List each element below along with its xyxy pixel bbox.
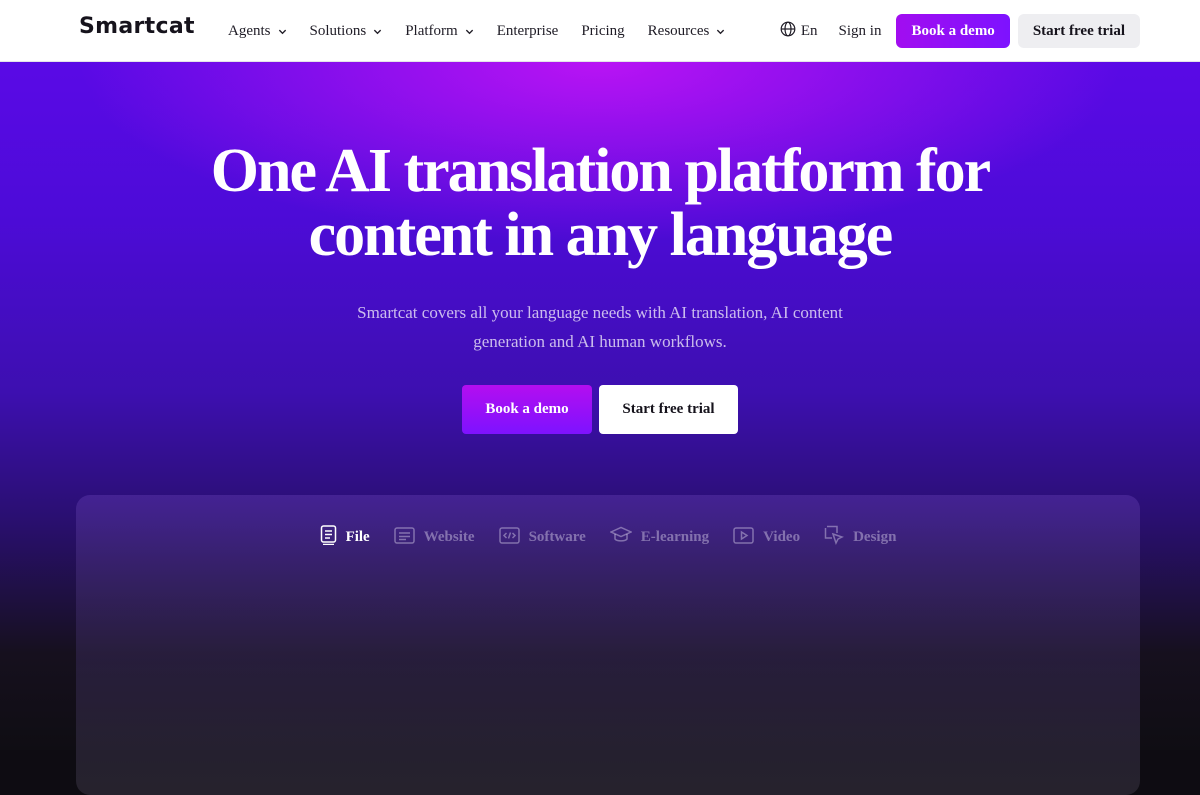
smartcat-logo[interactable]: Smartcat [79,14,195,39]
tab-label: Design [853,529,897,545]
tab-label: Software [528,529,586,545]
menu-item-label: Agents [228,22,271,39]
globe-icon [780,21,801,42]
menu-item-platform[interactable]: Platform [405,23,474,40]
language-selector[interactable]: En [780,21,818,42]
menu-item-label: Enterprise [496,22,559,39]
menu-item-label: Resources [647,22,710,39]
play-icon [733,526,763,549]
top-navigation: Smartcat Agents Solutions Platform Enter… [0,0,1200,62]
menu-item-resources[interactable]: Resources [648,23,726,40]
tab-software[interactable]: Software [498,525,586,550]
start-free-trial-button[interactable]: Start free trial [1017,14,1140,48]
menu-item-label: Platform [405,22,458,39]
hero-subtitle: Smartcat covers all your language needs … [357,303,843,351]
hero-title: One AI translation platform for content … [0,139,1200,267]
tab-design[interactable]: Design [824,525,896,550]
hero-title-line: One AI translation platform for [210,137,991,205]
hero-cta-group: Book a demo Start free trial [0,385,1200,434]
hero-book-demo-button[interactable]: Book a demo [462,385,592,434]
tab-e-learning[interactable]: E-learning [608,525,710,550]
tab-label: E-learning [640,529,710,545]
tab-label: Website [423,529,475,545]
menu-item-pricing[interactable]: Pricing [581,23,624,40]
main-menu: Agents Solutions Platform Enterprise Pri… [228,0,748,62]
tab-label: Video [763,529,801,545]
code-icon [498,526,529,549]
product-demo-panel: File Website Software E-learning Video D… [76,495,1140,795]
book-demo-button[interactable]: Book a demo [896,14,1010,48]
website-icon [393,526,424,549]
menu-item-solutions[interactable]: Solutions [310,23,383,40]
menu-item-enterprise[interactable]: Enterprise [497,23,559,40]
chevron-down-icon [278,27,287,36]
menu-item-label: Solutions [309,22,367,39]
nav-actions: En Sign in Book a demo Start free trial [780,0,1140,62]
menu-item-agents[interactable]: Agents [228,23,287,40]
tab-video[interactable]: Video [733,525,800,550]
file-icon [320,525,346,550]
chevron-down-icon [716,27,725,36]
hero-section: One AI translation platform for content … [0,62,1200,795]
tab-file[interactable]: File [320,525,370,550]
hero-title-line: content in any language [308,201,894,269]
graduation-cap-icon [608,526,641,549]
tab-label: File [345,529,370,545]
hero-start-trial-button[interactable]: Start free trial [599,385,738,434]
chevron-down-icon [373,27,382,36]
language-label: En [800,22,818,39]
content-type-tabs: File Website Software E-learning Video D… [76,525,1140,550]
chevron-down-icon [465,27,474,36]
sign-in-link[interactable]: Sign in [839,23,882,40]
tab-website[interactable]: Website [393,525,475,550]
design-icon [824,525,853,550]
menu-item-label: Pricing [581,22,625,39]
